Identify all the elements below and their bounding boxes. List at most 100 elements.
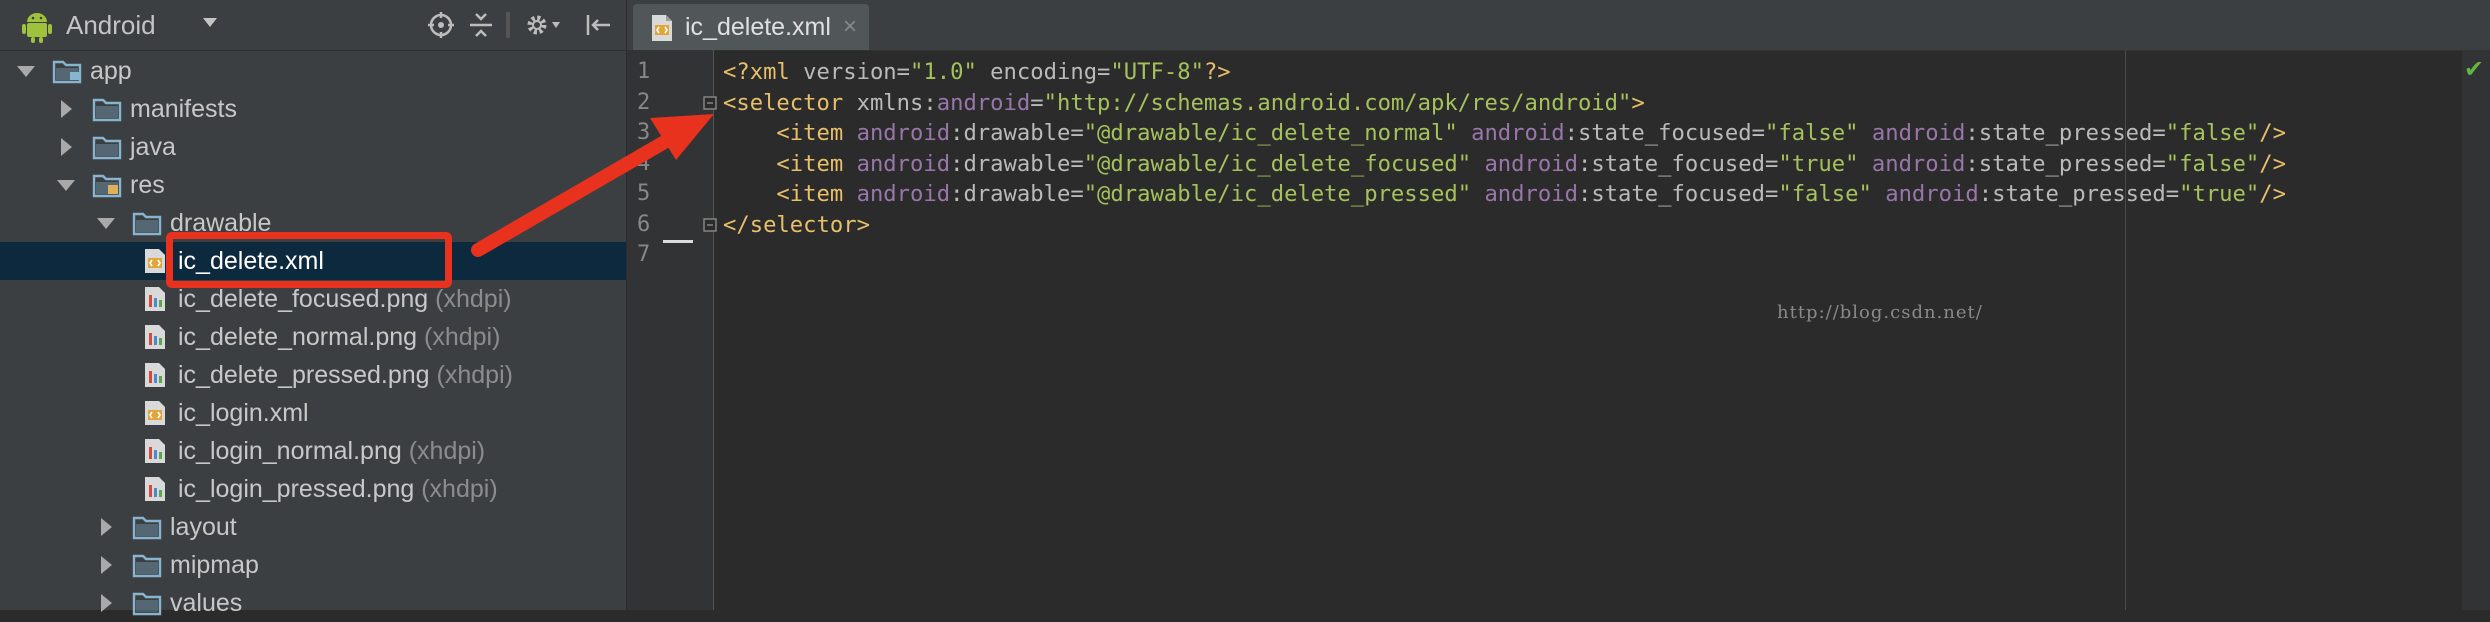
code-line[interactable]: <item android:drawable="@drawable/ic_del… — [723, 179, 2286, 209]
tree-item-manifests[interactable]: manifests — [0, 90, 626, 128]
tree-item-ic-login-normal-png[interactable]: ic_login_normal.png (xhdpi) — [0, 432, 626, 470]
code-token: android — [856, 120, 951, 146]
code-token: /> — [2259, 150, 2286, 177]
tree-item-label: ic_delete_pressed.png (xhdpi) — [178, 356, 513, 394]
tree-item-values[interactable]: values — [0, 584, 626, 622]
expand-arrow-right-icon[interactable] — [94, 508, 118, 546]
code-token: android — [1871, 150, 1966, 177]
tree-item-label: ic_delete_normal.png (xhdpi) — [178, 318, 500, 356]
png-file-icon — [145, 477, 165, 501]
tree-item-name: layout — [170, 513, 237, 541]
code-token: = — [1030, 89, 1044, 116]
tree-item-ic-login-pressed-png[interactable]: ic_login_pressed.png (xhdpi) — [0, 470, 626, 508]
code-token: > — [1631, 89, 1645, 116]
code-area[interactable]: <?xml version="1.0" encoding="UTF-8"?> <s… — [723, 50, 2483, 610]
density-qualifier: (xhdpi) — [421, 475, 498, 503]
tree-item-name: ic_login.xml — [178, 399, 309, 427]
code-token: "http://schemas.android.com/apk/res/andr… — [1043, 89, 1632, 116]
chevron-down-icon[interactable] — [200, 12, 220, 32]
tree-item-ic-delete-pressed-png[interactable]: ic_delete_pressed.png (xhdpi) — [0, 356, 626, 394]
code-line[interactable]: <item android:drawable="@drawable/ic_del… — [723, 149, 2286, 179]
project-toolbar: Android — [0, 0, 626, 51]
tree-item-name: values — [170, 589, 243, 617]
code-token: </selector> — [723, 211, 870, 238]
code-token: :state_focused= — [1564, 120, 1765, 146]
tree-item-label: ic_login.xml — [178, 394, 309, 432]
density-qualifier: (xhdpi) — [435, 285, 512, 313]
res-folder-icon — [92, 174, 122, 198]
tree-item-name: ic_login_pressed.png — [178, 475, 415, 503]
density-qualifier: (xhdpi) — [408, 437, 486, 465]
project-view-selector[interactable]: Android — [66, 10, 156, 40]
android-icon — [22, 13, 52, 43]
code-token: "false" — [1778, 181, 1872, 207]
expand-arrow-right-icon[interactable] — [54, 90, 78, 128]
tree-item-name: manifests — [130, 95, 237, 123]
code-token: :drawable= — [950, 181, 1084, 207]
tree-item-label: ic_login_normal.png (xhdpi) — [178, 432, 485, 470]
code-token: "@drawable/ic_delete_pressed" — [1083, 181, 1472, 207]
toolbar-divider — [506, 12, 510, 38]
tree-item-ic-login-xml[interactable]: ic_login.xml — [0, 394, 626, 432]
code-token: :state_focused= — [1577, 150, 1779, 177]
expand-arrow-down-icon[interactable] — [14, 52, 38, 90]
tree-item-name: mipmap — [170, 551, 259, 579]
code-line[interactable]: <item android:drawable="@drawable/ic_del… — [723, 118, 2286, 148]
xml-file-icon — [652, 15, 672, 41]
code-token: "true" — [2179, 181, 2260, 207]
hide-panel-icon[interactable] — [584, 10, 614, 40]
expand-arrow-right-icon[interactable] — [94, 584, 118, 622]
editor-tab-bar: ic_delete.xml × — [627, 0, 2490, 51]
code-token: encoding= — [976, 59, 1111, 85]
tree-item-res[interactable]: res — [0, 166, 626, 204]
folder-icon — [132, 212, 162, 236]
tab-ic-delete-xml[interactable]: ic_delete.xml × — [633, 4, 869, 50]
code-token: "false" — [1764, 120, 1859, 146]
close-icon[interactable]: × — [843, 14, 857, 40]
code-token: :state_pressed= — [1978, 181, 2180, 207]
expand-arrow-down-icon[interactable] — [54, 166, 78, 204]
tree-item-label: values — [170, 584, 242, 622]
code-line[interactable]: <selector xmlns:android="http://schemas.… — [723, 88, 1645, 118]
line-number: 4 — [637, 150, 651, 176]
watermark: http://blog.csdn.net/ — [1777, 302, 1983, 323]
tab-label: ic_delete.xml — [685, 13, 831, 41]
tree-item-label: ic_login_pressed.png (xhdpi) — [178, 470, 498, 508]
tree-item-label: mipmap — [170, 546, 259, 584]
code-token: :state_focused= — [1577, 181, 1779, 207]
fold-marker-icon[interactable] — [703, 217, 717, 232]
density-qualifier: (xhdpi) — [424, 323, 501, 351]
scroll-from-source-icon[interactable] — [426, 10, 456, 40]
line-number: 7 — [637, 242, 651, 267]
fold-marker-icon[interactable] — [703, 95, 717, 110]
tree-item-label: app — [90, 52, 132, 90]
error-stripe: ✔ — [2462, 50, 2490, 610]
tree-item-ic-delete-normal-png[interactable]: ic_delete_normal.png (xhdpi) — [0, 318, 626, 356]
folder-icon — [132, 516, 162, 540]
gear-icon[interactable] — [524, 10, 564, 40]
code-token: :drawable= — [950, 120, 1084, 146]
expand-arrow-down-icon[interactable] — [94, 204, 118, 242]
tree-item-name: ic_delete_normal.png — [178, 323, 418, 351]
tree-item-app[interactable]: app — [0, 52, 626, 90]
tree-item-layout[interactable]: layout — [0, 508, 626, 546]
folder-icon — [92, 98, 122, 122]
png-file-icon — [145, 325, 165, 349]
expand-arrow-right-icon[interactable] — [94, 546, 118, 584]
png-file-icon — [145, 287, 165, 311]
code-line[interactable]: </selector> — [723, 210, 870, 240]
code-token: android — [1885, 181, 1979, 207]
expand-arrow-right-icon[interactable] — [54, 128, 78, 166]
folder-icon — [92, 136, 122, 160]
code-token: "1.0" — [910, 59, 977, 85]
code-line[interactable]: <?xml version="1.0" encoding="UTF-8"?> — [723, 57, 1231, 87]
tree-item-java[interactable]: java — [0, 128, 626, 166]
checkmark-icon: ✔ — [2463, 56, 2484, 83]
tree-item-mipmap[interactable]: mipmap — [0, 546, 626, 584]
collapse-all-icon[interactable] — [466, 10, 496, 40]
code-token: <item — [723, 120, 857, 146]
